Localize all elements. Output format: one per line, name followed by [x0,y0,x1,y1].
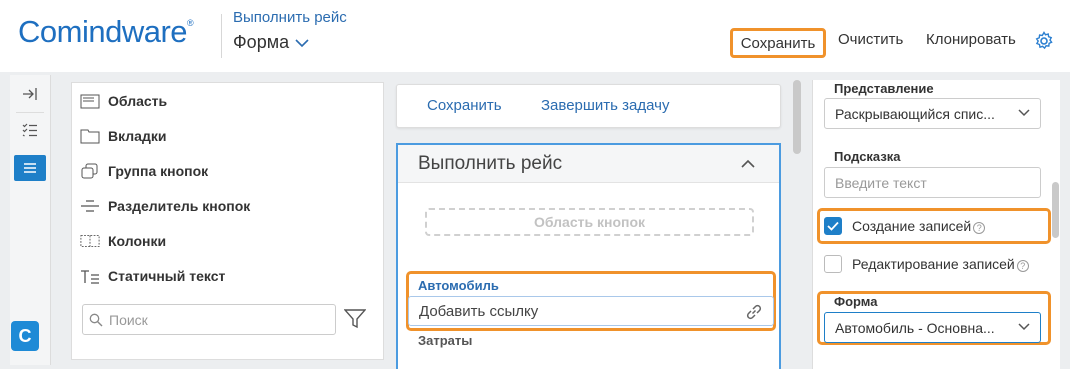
rail-checklist-button[interactable] [14,117,46,143]
form-toolbar: Сохранить Завершить задачу [396,84,781,128]
checklist-icon [22,123,37,137]
gear-icon[interactable] [1034,31,1054,51]
properties-scrollbar[interactable] [1052,182,1059,238]
page-title[interactable]: Форма [233,32,309,53]
button-group-icon [80,163,100,179]
form-section-title: Выполнить рейс [418,153,563,174]
palette-item-button-separator[interactable]: Разделитель кнопок [80,198,250,214]
create-records-label: Создание записей [852,218,972,234]
rail-expand-button[interactable] [14,81,46,107]
field-label-expenses: Затраты [418,333,473,348]
expand-panel-icon [23,88,37,100]
palette-item-label: Колонки [108,233,167,249]
chevron-down-icon [1018,109,1030,117]
form-section-card[interactable]: Выполнить рейс Область кнопок Автомобиль… [396,143,781,369]
hint-input[interactable]: Введите текст [824,167,1041,198]
link-icon[interactable] [745,303,763,321]
palette-item-columns[interactable]: Колонки [80,233,166,249]
palette-item-tabs[interactable]: Вкладки [80,128,166,144]
palette-item-button-group[interactable]: Группа кнопок [80,163,208,179]
area-icon [80,93,100,109]
hint-label: Подсказка [834,149,901,164]
filter-icon[interactable] [344,309,366,329]
field-placeholder: Добавить ссылку [419,302,539,320]
properties-panel: Представление Раскрывающийся спис... Под… [812,80,1060,369]
static-text-icon [80,268,100,284]
header-save-label: Сохранить [740,34,816,52]
create-records-checkbox[interactable] [824,217,842,235]
left-rail: C [10,75,51,365]
hint-placeholder: Введите текст [835,174,927,191]
edit-records-row[interactable]: Редактирование записей? [824,255,1029,273]
breadcrumb-link[interactable]: Выполнить рейс [233,9,347,26]
rail-divider [16,112,44,113]
header-clear-button[interactable]: Очистить [838,31,903,48]
button-separator-icon [80,198,100,214]
component-palette: Область Вкладки Группа кнопок Разделител… [71,82,384,360]
palette-search-field[interactable] [82,304,336,335]
form-select[interactable]: Автомобиль - Основна... [824,312,1041,343]
create-records-row[interactable]: Создание записей? [824,217,986,235]
header-save-button[interactable]: Сохранить [730,28,826,58]
palette-item-label: Вкладки [108,128,167,144]
header-divider [221,14,222,58]
palette-item-label: Область [108,93,168,109]
field-label-automobile: Автомобиль [418,278,499,293]
list-icon [24,163,36,173]
representation-value: Раскрывающийся спис... [835,105,995,122]
edit-records-checkbox[interactable] [824,255,842,273]
form-value: Автомобиль - Основна... [835,319,995,336]
form-label: Форма [834,294,878,309]
edit-records-label: Редактирование записей [852,256,1015,272]
chevron-up-icon[interactable] [741,159,755,168]
page-title-text: Форма [233,32,290,52]
representation-label: Представление [834,81,934,96]
search-icon [89,313,103,326]
columns-icon [80,233,100,249]
button-area-placeholder[interactable]: Область кнопок [425,208,754,236]
header-clone-button[interactable]: Клонировать [926,31,1016,48]
complete-task-button[interactable]: Завершить задачу [541,97,669,114]
canvas-scrollbar[interactable] [793,80,801,154]
palette-item-static-text[interactable]: Статичный текст [80,268,225,284]
chevron-down-icon [295,39,309,48]
comindware-brand-icon[interactable]: C [11,321,39,351]
representation-select[interactable]: Раскрывающийся спис... [824,98,1041,129]
tabs-icon [80,128,100,144]
comindware-logo: Comindware® [18,14,194,49]
chevron-down-icon [1018,323,1030,331]
automobile-link-field[interactable]: Добавить ссылку [408,296,774,326]
checkmark-icon [827,221,839,231]
palette-item-area[interactable]: Область [80,93,167,109]
palette-item-label: Группа кнопок [108,163,209,179]
help-icon[interactable]: ? [1016,260,1029,272]
rail-form-button[interactable] [14,155,46,181]
palette-item-label: Разделитель кнопок [108,198,251,214]
help-icon[interactable]: ? [973,222,986,234]
form-section-header[interactable]: Выполнить рейс [398,145,779,183]
search-input[interactable] [107,310,327,329]
palette-item-label: Статичный текст [108,268,226,284]
canvas-save-button[interactable]: Сохранить [427,97,502,114]
